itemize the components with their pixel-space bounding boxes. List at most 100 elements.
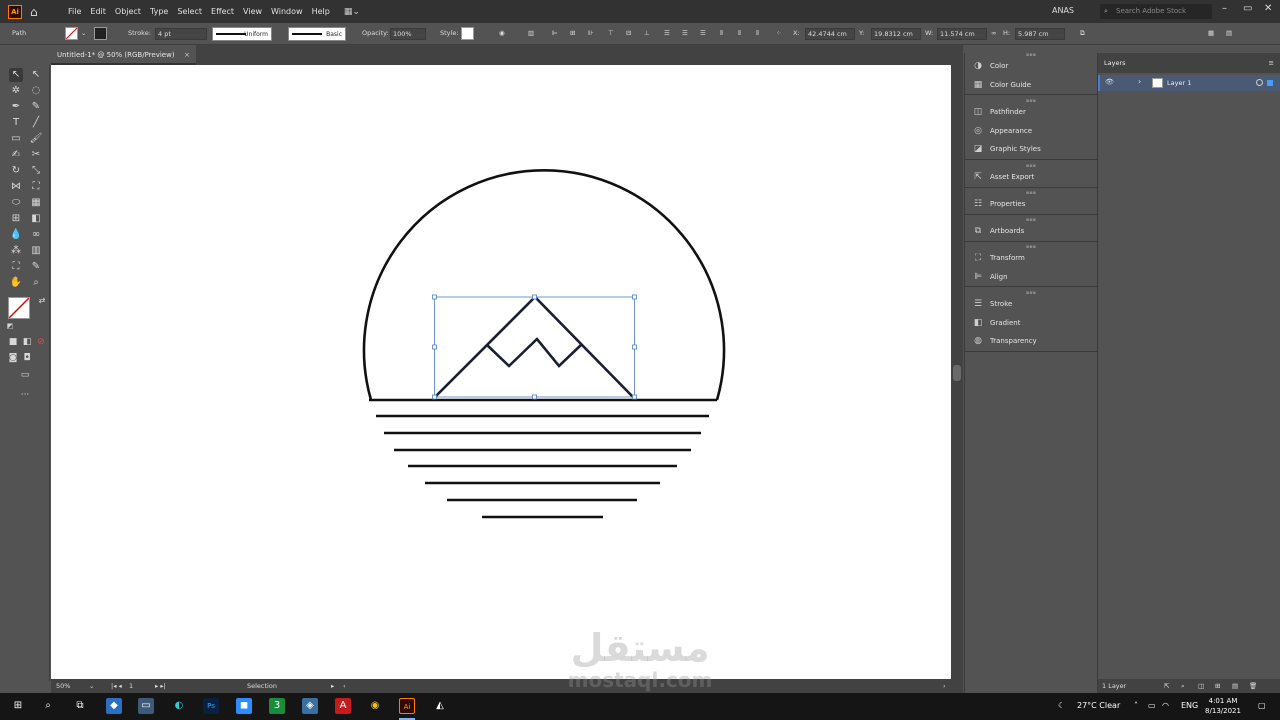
menu-object[interactable]: Object xyxy=(115,7,141,16)
locate-object-icon[interactable]: ⌕ xyxy=(1181,679,1185,693)
zoom-tool-icon[interactable]: ⌕ xyxy=(29,276,43,290)
user-account[interactable]: ANAS xyxy=(1052,6,1074,15)
search-icon[interactable]: ⌕ xyxy=(40,698,56,714)
panel-appearance[interactable]: ◎ Appearance xyxy=(965,122,1097,141)
notifications-icon[interactable]: ▢ xyxy=(1258,701,1266,710)
tray-chevron-icon[interactable]: ˄ xyxy=(1134,701,1138,710)
distribute-right-icon[interactable]: ⦀ xyxy=(756,29,759,38)
paintbrush-tool-icon[interactable]: 🖌 xyxy=(29,132,43,146)
workspace-switcher-icon[interactable]: ▦⌄ xyxy=(344,7,366,17)
zoom-level[interactable]: 50% xyxy=(56,682,70,690)
zoom-app-icon[interactable]: ◼ xyxy=(236,698,252,714)
artboard-tool-icon[interactable]: ⛶ xyxy=(9,260,23,274)
distribute-bottom-icon[interactable]: ☰ xyxy=(700,29,706,37)
panel-menu-icon[interactable]: ≡ xyxy=(1269,53,1274,73)
close-icon[interactable]: ✕ xyxy=(1264,3,1272,14)
rectangle-tool-icon[interactable]: ▭ xyxy=(9,132,23,146)
document-tab[interactable]: Untitled-1* @ 50% (RGB/Preview) × xyxy=(51,45,196,65)
color-mode-icon[interactable]: ■ xyxy=(6,335,20,349)
variable-width-profile[interactable]: Uniform xyxy=(212,27,272,41)
fill-swatch[interactable] xyxy=(65,27,78,40)
align-middle-icon[interactable]: ⊟ xyxy=(626,29,631,37)
x-field[interactable]: 42.4744 cm xyxy=(805,28,855,40)
panel-align[interactable]: ⊫ Align xyxy=(965,268,1097,287)
panel-transform[interactable]: ⛶ Transform xyxy=(965,249,1097,268)
blend-tool-icon[interactable]: ∞ xyxy=(29,228,43,242)
recolor-icon[interactable]: ◉ xyxy=(499,29,505,37)
menu-help[interactable]: Help xyxy=(312,7,330,16)
pen-tool-icon[interactable]: ✒ xyxy=(9,100,23,114)
home-icon[interactable]: ⌂ xyxy=(30,5,44,19)
brush-definition[interactable]: Basic xyxy=(288,27,346,41)
scroll-right-icon[interactable]: › xyxy=(943,682,946,690)
scroll-left-icon[interactable]: ‹ xyxy=(343,682,346,690)
mesh-tool-icon[interactable]: ⊞ xyxy=(9,212,23,226)
prev-artboard-icon[interactable]: |◂ ◂ xyxy=(111,682,122,690)
type-tool-icon[interactable]: T xyxy=(9,116,23,130)
direct-selection-tool-icon[interactable]: ↖ xyxy=(29,68,43,82)
layer-name[interactable]: Layer 1 xyxy=(1167,79,1191,87)
export-icon[interactable]: ⇱ xyxy=(1164,679,1169,693)
height-field[interactable]: 5.987 cm xyxy=(1015,28,1065,40)
vertical-scrollbar[interactable] xyxy=(951,65,963,679)
reference-point-icon[interactable]: ⁘ xyxy=(776,29,781,37)
selection-indicator[interactable] xyxy=(1267,80,1273,86)
task-view-icon[interactable]: ⧉ xyxy=(72,698,88,714)
panel-menu-icon[interactable]: ▤ xyxy=(1226,29,1232,37)
app-3-icon[interactable]: 3 xyxy=(269,698,285,714)
distribute-left-icon[interactable]: ⦀ xyxy=(720,29,723,38)
layers-panel-tab[interactable]: Layers ≡ xyxy=(1098,53,1280,73)
panel-color[interactable]: ◑ Color xyxy=(965,57,1097,76)
edit-toolbar-icon[interactable]: ··· xyxy=(18,388,32,402)
language-indicator[interactable]: ENG xyxy=(1181,701,1198,710)
width-field[interactable]: 11.574 cm xyxy=(937,28,987,40)
draw-normal-icon[interactable]: ◙ xyxy=(6,351,20,365)
menu-window[interactable]: Window xyxy=(271,7,303,16)
menu-type[interactable]: Type xyxy=(150,7,168,16)
panel-properties[interactable]: ☷ Properties xyxy=(965,195,1097,214)
app-icon[interactable]: ◈ xyxy=(302,698,318,714)
chevron-down-icon[interactable]: ⌄ xyxy=(81,29,86,37)
slice-tool-icon[interactable]: ✎ xyxy=(29,260,43,274)
menu-view[interactable]: View xyxy=(243,7,262,16)
panel-transparency[interactable]: ◍ Transparency xyxy=(965,332,1097,351)
menu-edit[interactable]: Edit xyxy=(90,7,106,16)
menu-select[interactable]: Select xyxy=(177,7,202,16)
target-circle-icon[interactable] xyxy=(1256,79,1263,86)
swap-fill-stroke-icon[interactable]: ⇄ xyxy=(35,294,49,308)
panel-artboards[interactable]: ⧉ Artboards xyxy=(965,222,1097,241)
shape-builder-tool-icon[interactable]: ⬭ xyxy=(9,196,23,210)
current-tool-status[interactable]: Selection xyxy=(247,682,277,690)
align-right-icon[interactable]: ⊪ xyxy=(588,29,594,37)
layer-row[interactable]: 👁 › Layer 1 xyxy=(1098,75,1280,91)
weather-text[interactable]: 27°C Clear xyxy=(1077,701,1120,710)
app-icon[interactable]: ◆ xyxy=(106,698,122,714)
none-mode-icon[interactable]: ⊘ xyxy=(34,335,48,349)
panel-pathfinder[interactable]: ◫ Pathfinder xyxy=(965,103,1097,122)
maximize-icon[interactable]: ▭ xyxy=(1243,3,1252,14)
minimize-icon[interactable]: – xyxy=(1222,3,1227,14)
artboard-canvas[interactable] xyxy=(51,65,951,679)
hand-tool-icon[interactable]: ✋ xyxy=(9,276,23,290)
curvature-tool-icon[interactable]: ✎ xyxy=(29,100,43,114)
scale-tool-icon[interactable]: ⤡ xyxy=(29,164,43,178)
expand-layer-icon[interactable]: › xyxy=(1138,77,1141,86)
acrobat-icon[interactable]: A xyxy=(335,698,351,714)
scroll-thumb[interactable] xyxy=(953,365,961,381)
align-left-icon[interactable]: ⊫ xyxy=(552,29,558,37)
align-center-icon[interactable]: ⊞ xyxy=(570,29,575,37)
line-segment-tool-icon[interactable]: ╱ xyxy=(29,116,43,130)
visibility-eye-icon[interactable]: 👁 xyxy=(1105,78,1114,86)
panel-color-guide[interactable]: ▦ Color Guide xyxy=(965,76,1097,95)
fill-color-box[interactable] xyxy=(8,297,30,319)
rotate-tool-icon[interactable]: ↻ xyxy=(9,164,23,178)
adobe-stock-search[interactable]: ⌕ Search Adobe Stock xyxy=(1100,4,1212,19)
distribute-middle-icon[interactable]: ☰ xyxy=(682,29,688,37)
chrome-icon[interactable]: ◉ xyxy=(367,698,383,714)
edge-browser-icon[interactable]: ◐ xyxy=(171,698,187,714)
perspective-grid-tool-icon[interactable]: ▦ xyxy=(29,196,43,210)
gradient-tool-icon[interactable]: ◧ xyxy=(29,212,43,226)
menu-effect[interactable]: Effect xyxy=(211,7,234,16)
column-graph-tool-icon[interactable]: ▥ xyxy=(29,244,43,258)
distribute-top-icon[interactable]: ☰ xyxy=(664,29,670,37)
